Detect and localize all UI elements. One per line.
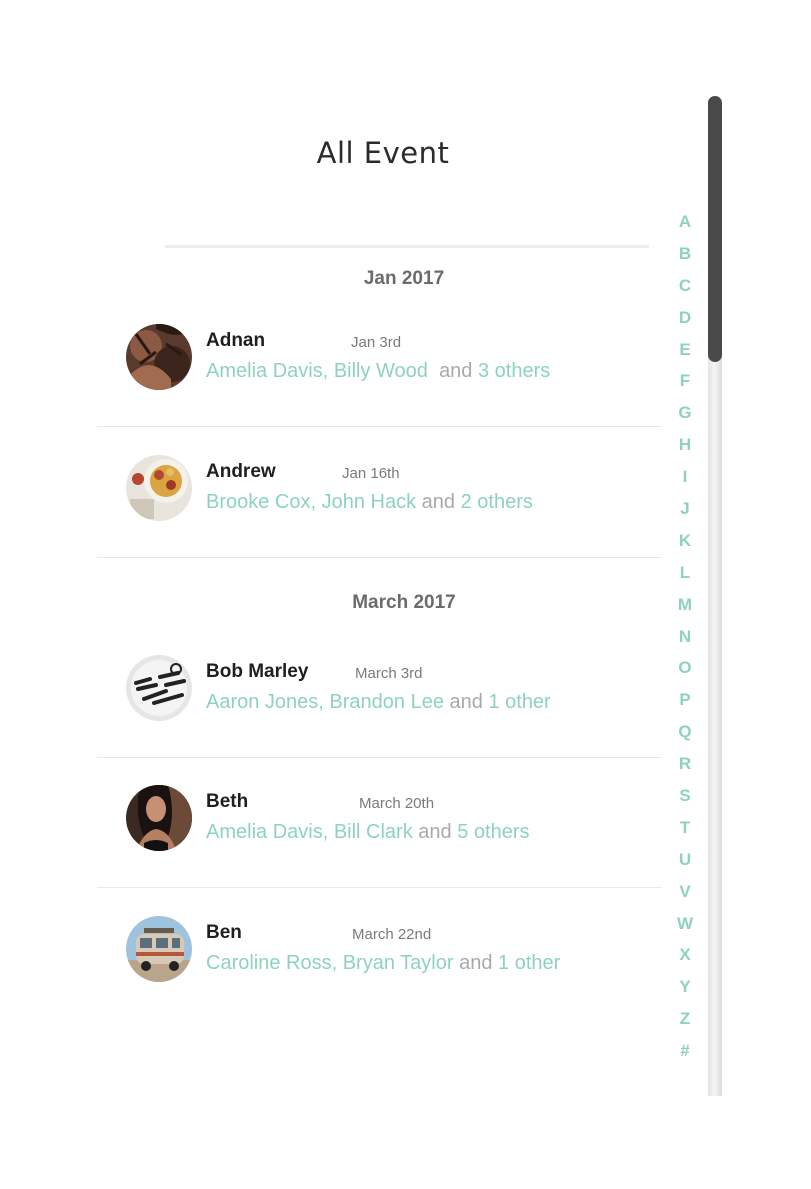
and-text: and (439, 360, 473, 382)
alphabet-index-letter[interactable]: C (672, 274, 698, 306)
avatar (126, 655, 192, 721)
event-organizer-name: Beth (206, 791, 249, 812)
others-link[interactable]: 1 other (498, 952, 560, 974)
alphabet-index-letter[interactable]: F (672, 369, 698, 401)
event-date: March 3rd (355, 665, 423, 682)
alphabet-index-letter[interactable]: U (672, 848, 698, 880)
alphabet-index-letter[interactable]: N (672, 625, 698, 657)
event-row-bob-marley[interactable]: Bob Marley March 3rd Aaron Jones, Brando… (97, 655, 661, 785)
alphabet-index-letter[interactable]: K (672, 529, 698, 561)
event-organizer-name: Adnan (206, 330, 266, 351)
alphabet-index-letter[interactable]: J (672, 497, 698, 529)
alphabet-index-letter[interactable]: X (672, 943, 698, 975)
avatar-photo-icon (126, 785, 192, 851)
others-link[interactable]: 3 others (478, 360, 550, 382)
event-row-adnan[interactable]: Adnan Jan 3rd Amelia Davis, Billy Wood a… (97, 324, 661, 454)
alphabet-index-letter[interactable]: H (672, 433, 698, 465)
row-divider (97, 426, 661, 427)
avatar (126, 455, 192, 521)
alphabet-index-letter[interactable]: G (672, 401, 698, 433)
alphabet-index-letter[interactable]: T (672, 816, 698, 848)
alphabet-index-letter[interactable]: S (672, 784, 698, 816)
alphabet-index: A B C D E F G H I J K L M N O P Q R S T U V W X Y Z # (672, 210, 698, 1071)
avatar (126, 785, 192, 851)
alphabet-index-letter[interactable]: D (672, 306, 698, 338)
alphabet-index-letter[interactable]: W (672, 912, 698, 944)
and-text: and (418, 821, 452, 843)
all-events-screen: All Event Jan 2017 Adnan Jan 3rd Amelia … (0, 0, 811, 1189)
event-attendees: Aaron Jones, Brandon Lee and 1 other (206, 691, 551, 714)
avatar-photo-icon (126, 324, 192, 390)
event-attendees: Brooke Cox, John Hack and 2 others (206, 491, 533, 514)
event-attendees: Amelia Davis, Billy Wood and 3 others (206, 360, 550, 383)
event-row-ben[interactable]: Ben March 22nd Caroline Ross, Bryan Tayl… (97, 916, 661, 1046)
alphabet-index-letter[interactable]: B (672, 242, 698, 274)
alphabet-index-letter[interactable]: R (672, 752, 698, 784)
event-organizer-name: Ben (206, 922, 242, 943)
row-divider (97, 757, 661, 758)
attendee-names-link[interactable]: Aaron Jones, Brandon Lee (206, 691, 444, 713)
alphabet-index-letter[interactable]: M (672, 593, 698, 625)
event-organizer-name: Bob Marley (206, 661, 309, 682)
avatar (126, 916, 192, 982)
and-text: and (459, 952, 493, 974)
alphabet-index-letter[interactable]: L (672, 561, 698, 593)
avatar (126, 324, 192, 390)
event-attendees: Caroline Ross, Bryan Taylor and 1 other (206, 952, 560, 975)
others-link[interactable]: 1 other (488, 691, 550, 713)
attendee-names-link[interactable]: Caroline Ross, Bryan Taylor (206, 952, 454, 974)
alphabet-index-letter[interactable]: O (672, 656, 698, 688)
alphabet-index-letter[interactable]: # (672, 1039, 698, 1071)
and-text: and (449, 691, 483, 713)
alphabet-index-letter[interactable]: Z (672, 1007, 698, 1039)
event-date: March 22nd (352, 926, 432, 943)
alphabet-index-letter[interactable]: Q (672, 720, 698, 752)
alphabet-index-letter[interactable]: V (672, 880, 698, 912)
event-organizer-name: Andrew (206, 461, 276, 482)
alphabet-index-letter[interactable]: A (672, 210, 698, 242)
alphabet-index-letter[interactable]: I (672, 465, 698, 497)
others-link[interactable]: 2 others (461, 491, 533, 513)
title-divider (165, 245, 649, 248)
attendee-names-link[interactable]: Amelia Davis, Bill Clark (206, 821, 413, 843)
avatar-logo-icon (126, 655, 192, 721)
attendee-names-link[interactable]: Brooke Cox, John Hack (206, 491, 416, 513)
and-text: and (421, 491, 456, 513)
scrollbar-thumb[interactable] (708, 96, 722, 362)
alphabet-index-letter[interactable]: E (672, 338, 698, 370)
row-divider (97, 887, 661, 888)
event-date: Jan 3rd (351, 334, 402, 351)
row-divider (97, 557, 661, 558)
others-link[interactable]: 5 others (457, 821, 529, 843)
event-date: Jan 16th (342, 465, 400, 482)
attendee-names-link[interactable]: Amelia Davis, Billy Wood (206, 360, 428, 382)
page-title: All Event (316, 136, 450, 170)
avatar-photo-icon (126, 916, 192, 982)
alphabet-index-letter[interactable]: P (672, 688, 698, 720)
event-row-andrew[interactable]: Andrew Jan 16th Brooke Cox, John Hack an… (97, 455, 661, 585)
event-attendees: Amelia Davis, Bill Clark and 5 others (206, 821, 529, 844)
avatar-photo-icon (126, 455, 192, 521)
event-date: March 20th (359, 795, 435, 812)
event-row-beth[interactable]: Beth March 20th Amelia Davis, Bill Clark… (97, 785, 661, 915)
alphabet-index-letter[interactable]: Y (672, 975, 698, 1007)
